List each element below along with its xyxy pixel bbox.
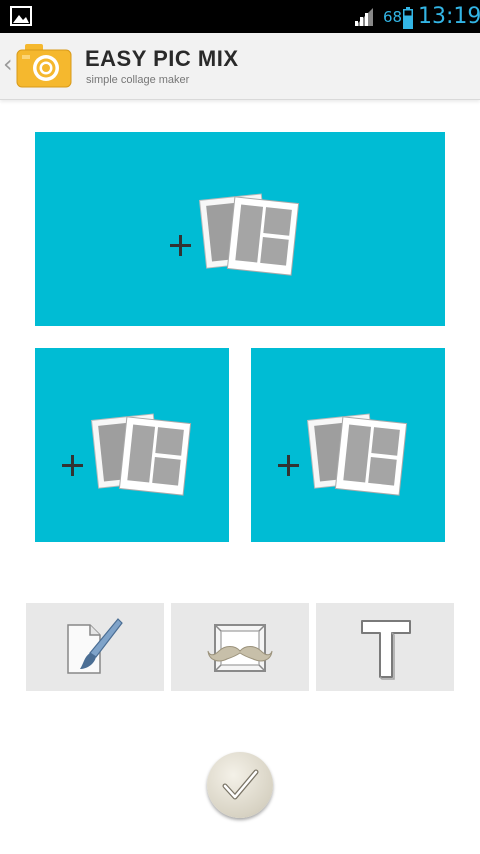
checkmark-icon: [222, 769, 259, 800]
paintbrush-icon: [67, 618, 123, 674]
battery-icon: [403, 7, 413, 29]
text-tool-button[interactable]: [316, 603, 454, 691]
collage-tile-bottom-left[interactable]: [35, 348, 229, 542]
confirm-button[interactable]: [207, 752, 273, 818]
clock: 13:19: [418, 4, 480, 29]
app-bar: ‹ EASY PIC MIX simple collage maker: [0, 33, 480, 100]
frame-tool-button[interactable]: [171, 603, 309, 691]
draw-tool-button[interactable]: [26, 603, 164, 691]
mustache-frame-icon: [207, 624, 273, 672]
add-photo-icon: [62, 413, 192, 496]
collage-tile-top[interactable]: [35, 132, 445, 326]
collage-tile-bottom-right[interactable]: [251, 348, 445, 542]
battery-percent: 68: [383, 8, 403, 26]
app-subtitle: simple collage maker: [86, 74, 190, 86]
add-photo-icon: [278, 413, 408, 496]
gallery-icon: [10, 6, 32, 26]
back-button[interactable]: ‹: [3, 50, 13, 78]
add-photo-icon: [170, 193, 300, 276]
signal-icon: [355, 8, 373, 26]
text-t-icon: [361, 620, 411, 680]
app-title: EASY PIC MIX: [85, 46, 239, 71]
status-bar: 68 13:19: [0, 0, 480, 33]
camera-icon[interactable]: [16, 42, 72, 88]
